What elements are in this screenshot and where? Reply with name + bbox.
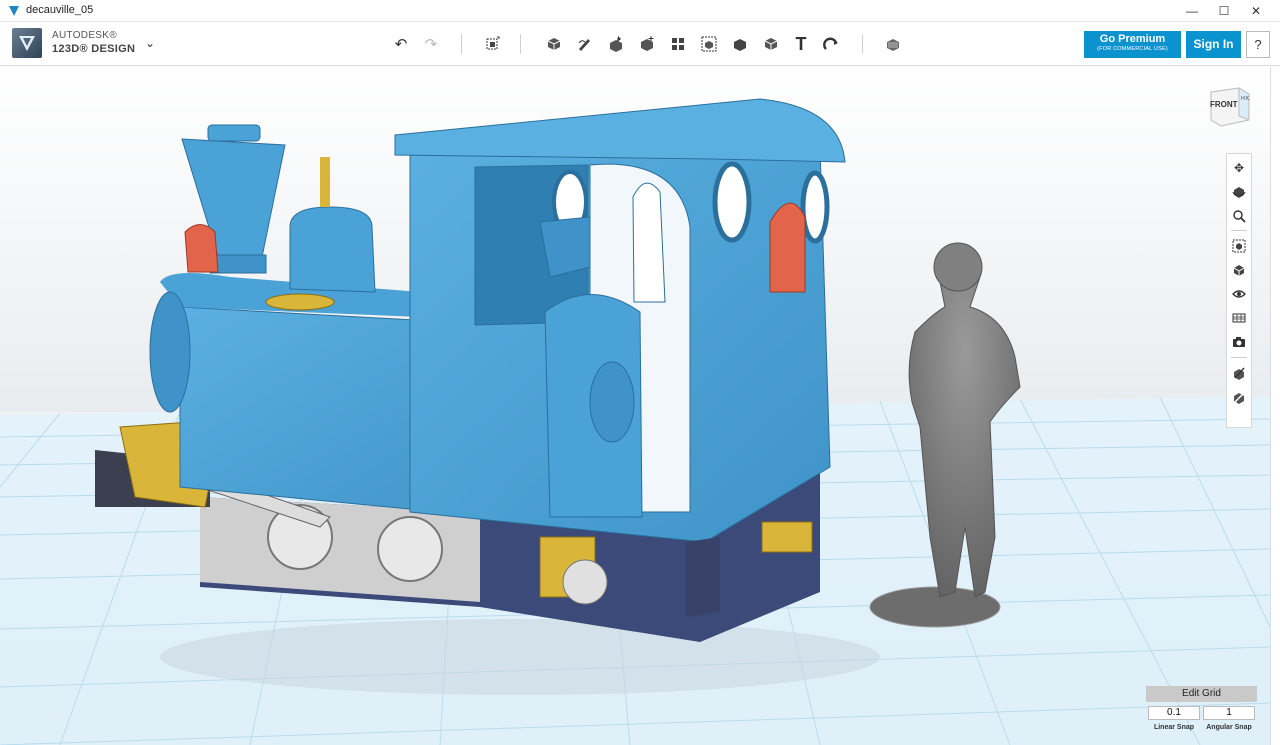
porthole-left	[712, 161, 752, 243]
go-premium-sublabel: (FOR COMMERCIAL USE)	[1097, 46, 1168, 52]
pattern-icon[interactable]	[665, 31, 691, 57]
primitives-icon[interactable]	[541, 31, 567, 57]
brand-product: 123D® DESIGN	[52, 43, 136, 55]
rear-frame	[686, 537, 720, 617]
app-menu-chevron-down-icon[interactable]: ⌄	[145, 36, 155, 50]
edit-mode-icon[interactable]	[1227, 386, 1251, 408]
toolbar-divider	[862, 34, 863, 54]
group-icon[interactable]	[696, 31, 722, 57]
construct-icon[interactable]	[603, 31, 629, 57]
window-edge	[1270, 67, 1280, 745]
sketch-icon[interactable]	[572, 31, 598, 57]
minimize-button[interactable]: —	[1176, 0, 1208, 22]
left-lamp	[184, 224, 219, 273]
angular-snap-label: Angular Snap	[1206, 724, 1252, 731]
rear-axlebox	[761, 521, 813, 553]
chimney-base	[209, 254, 267, 274]
screenshot-icon[interactable]	[1227, 331, 1251, 353]
scene-canvas[interactable]	[0, 67, 1270, 745]
nav-divider	[1231, 230, 1247, 231]
snap-mode-icon[interactable]	[1227, 362, 1251, 384]
view-cube-side-label: RIGHT	[1241, 96, 1249, 102]
navigation-bar: ✥	[1226, 153, 1252, 428]
undo-icon[interactable]: ↶	[388, 31, 414, 57]
zoom-icon[interactable]	[1227, 205, 1251, 227]
orbit-icon[interactable]	[1227, 181, 1251, 203]
go-premium-label: Go Premium	[1099, 33, 1166, 45]
loco-shadow	[160, 619, 880, 695]
steam-dome	[289, 206, 376, 293]
whistle	[320, 157, 330, 207]
main-toolbar: AUTODESK® 123D® DESIGN ⌄ ↶ ↷ T Go Premiu…	[0, 22, 1280, 66]
go-premium-button[interactable]: Go Premium (FOR COMMERCIAL USE)	[1084, 31, 1181, 58]
app-logo-icon	[9, 6, 19, 16]
title-bar: decauville_05 — ☐ ✕	[0, 0, 1280, 22]
3d-viewport[interactable]: FRONT RIGHT ✥	[0, 67, 1280, 745]
snap-icon[interactable]	[818, 31, 844, 57]
views-icon[interactable]	[1227, 259, 1251, 281]
measure-icon[interactable]	[758, 31, 784, 57]
side-window	[632, 182, 666, 303]
fire-door	[589, 361, 635, 443]
close-button[interactable]: ✕	[1240, 0, 1272, 22]
linear-snap-label: Linear Snap	[1153, 724, 1195, 731]
material-icon[interactable]	[880, 31, 906, 57]
transform-icon[interactable]	[480, 31, 506, 57]
loco-wheel	[377, 516, 443, 582]
porthole-right	[800, 170, 830, 244]
edit-grid-button[interactable]: Edit Grid	[1146, 686, 1257, 702]
toolbar-divider	[520, 34, 521, 54]
chimney-cap	[207, 124, 261, 142]
help-button[interactable]: ?	[1246, 31, 1270, 58]
safety-valve	[265, 293, 335, 311]
combine-icon[interactable]	[727, 31, 753, 57]
locomotive-model[interactable]	[95, 98, 846, 642]
pan-icon[interactable]: ✥	[1227, 157, 1251, 179]
maximize-button[interactable]: ☐	[1208, 0, 1240, 22]
view-cube-front-label: FRONT	[1210, 100, 1238, 109]
rear-wheel	[562, 559, 608, 605]
angular-snap-input[interactable]: 1	[1203, 706, 1255, 720]
window-title: decauville_05	[26, 4, 94, 16]
nav-divider	[1231, 357, 1247, 358]
redo-icon[interactable]: ↷	[418, 31, 444, 57]
brand-company: AUTODESK®	[52, 30, 117, 41]
visibility-icon[interactable]	[1227, 283, 1251, 305]
figure-head	[933, 242, 983, 292]
linear-snap-input[interactable]: 0.1	[1148, 706, 1200, 720]
right-lamp	[769, 202, 806, 293]
app-brand-logo-icon[interactable]	[12, 28, 42, 58]
toolbar-divider	[461, 34, 462, 54]
materials-icon[interactable]	[1227, 307, 1251, 329]
view-cube[interactable]: FRONT RIGHT	[1203, 84, 1251, 128]
fit-icon[interactable]	[1227, 235, 1251, 257]
smokebox-front	[149, 291, 191, 413]
sign-in-button[interactable]: Sign In	[1186, 31, 1241, 58]
edit-grid-panel: Edit Grid 0.1 1 Linear Snap Angular Snap	[1146, 686, 1257, 736]
modify-icon[interactable]	[634, 31, 660, 57]
text-tool-icon[interactable]: T	[788, 31, 814, 57]
